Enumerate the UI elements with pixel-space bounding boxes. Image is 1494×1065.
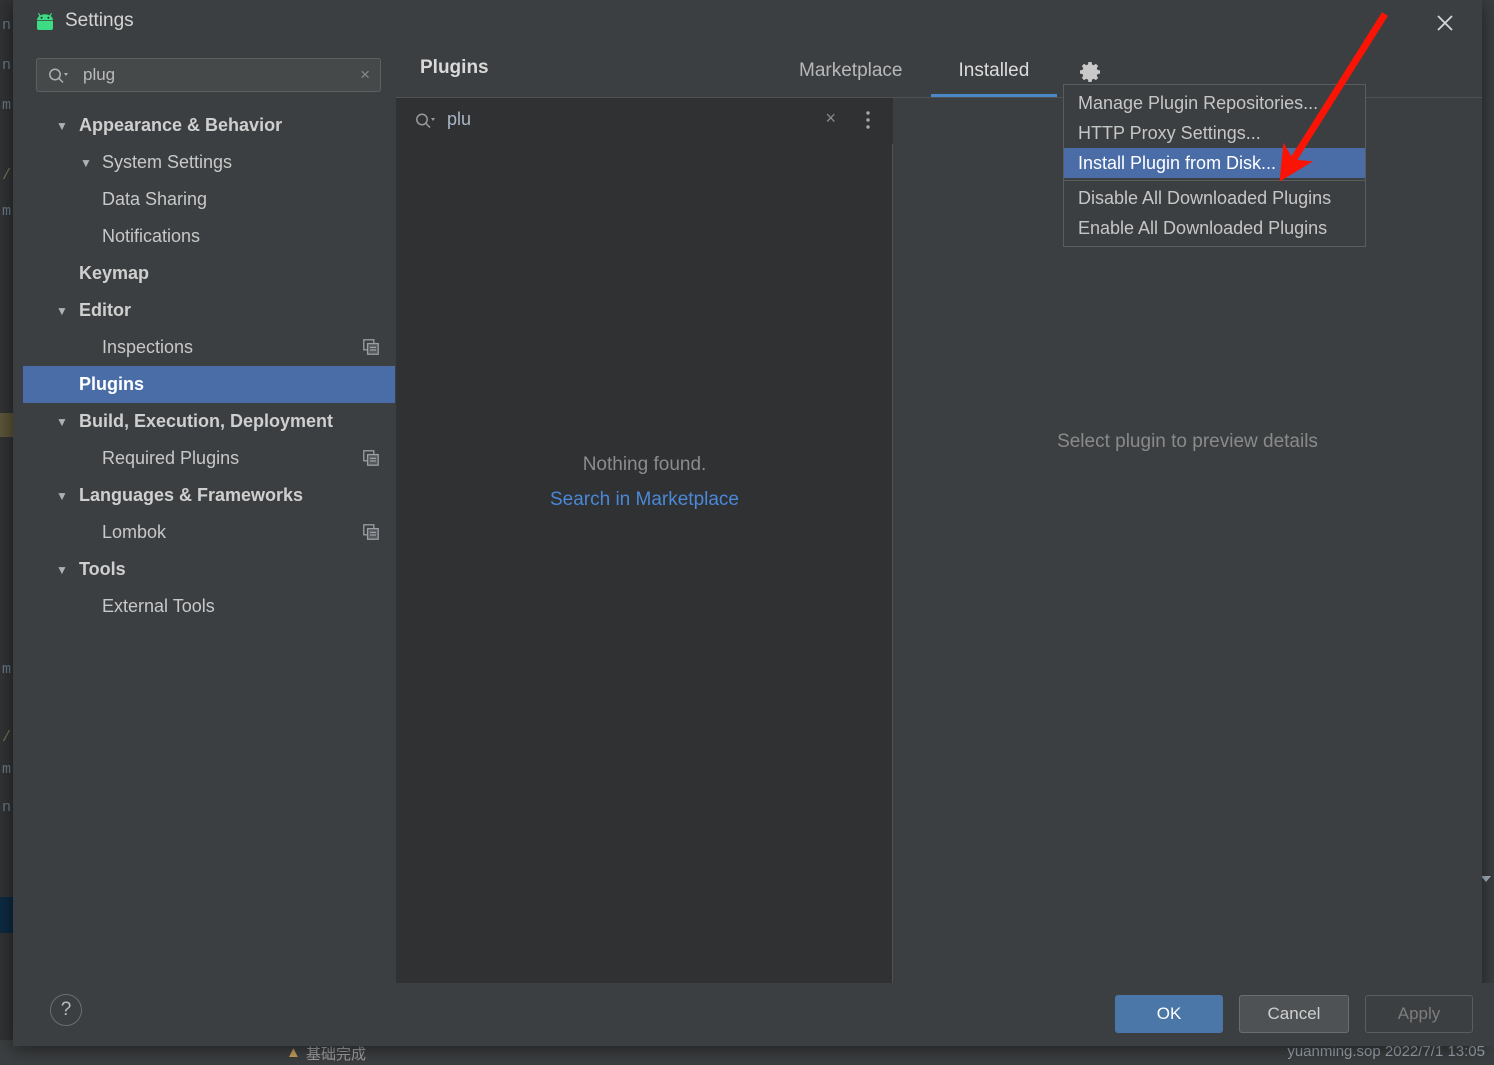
chevron-down-icon[interactable]: ▼ [56,564,68,576]
kebab-menu-icon[interactable] [865,110,871,137]
plugin-list-pane: Nothing found. Search in Marketplace [396,144,893,983]
page-title: Plugins [420,57,489,78]
dialog-title: Settings [65,10,134,31]
menu-item-enable-all-downloaded-plugins[interactable]: Enable All Downloaded Plugins [1064,213,1365,243]
plugin-search-value: plu [447,109,472,129]
sidebar-item-label: Notifications [102,226,201,246]
menu-item-manage-plugin-repositories[interactable]: Manage Plugin Repositories... [1064,88,1365,118]
chevron-down-icon[interactable]: ▼ [56,416,68,428]
tab-marketplace-label: Marketplace [799,60,903,81]
menu-item-http-proxy-settings[interactable]: HTTP Proxy Settings... [1064,118,1365,148]
menu-separator [1064,180,1365,181]
sidebar-item-build-execution-deployment[interactable]: ▼ Build, Execution, Deployment [23,403,395,440]
copy-settings-icon[interactable] [363,524,379,545]
sidebar-item-label: System Settings [102,152,233,172]
copy-settings-icon[interactable] [363,450,379,471]
plugins-tabs: Marketplace Installed [771,45,1058,97]
settings-search-field[interactable]: plug × [36,58,381,92]
sidebar-item-external-tools[interactable]: External Tools [23,588,395,625]
chevron-down-icon[interactable]: ▼ [56,490,68,502]
sidebar-item-editor[interactable]: ▼ Editor [23,292,395,329]
clear-search-icon[interactable]: × [360,65,370,85]
sidebar-item-label: Lombok [102,522,167,542]
sidebar-item-label: Editor [79,300,131,320]
sidebar-item-label: Tools [79,559,126,579]
sidebar-item-label: Data Sharing [102,189,208,209]
menu-item-install-plugin-from-disk[interactable]: Install Plugin from Disk... [1064,148,1365,178]
apply-button[interactable]: Apply [1365,995,1473,1033]
sidebar-item-appearance-behavior[interactable]: ▼ Appearance & Behavior [23,107,395,144]
dialog-footer: ? OK Cancel Apply [23,983,1494,1046]
sidebar-item-label: Appearance & Behavior [79,115,283,135]
settings-search-value: plug [83,65,116,84]
detail-placeholder-text: Select plugin to preview details [1057,431,1318,452]
plugin-settings-menu: Manage Plugin Repositories... HTTP Proxy … [1063,84,1366,247]
sidebar-item-label: Required Plugins [102,448,240,468]
sidebar-item-label: Keymap [79,263,150,283]
ok-button[interactable]: OK [1115,995,1223,1033]
cancel-button[interactable]: Cancel [1239,995,1349,1033]
chevron-down-icon[interactable]: ▼ [56,305,68,317]
sidebar-item-label: External Tools [102,596,215,616]
clear-plugin-search-icon[interactable]: × [825,108,836,129]
empty-state-text: Nothing found. [582,454,707,475]
screen-root: n n m / m m / m n ▲ 基础完成 yuanming.sop 20… [0,0,1494,1065]
copy-settings-icon[interactable] [363,339,379,360]
search-icon [47,66,69,86]
chevron-down-icon[interactable]: ▼ [80,157,92,169]
search-in-marketplace-link[interactable]: Search in Marketplace [396,489,893,511]
settings-tree: ▼ Appearance & Behavior ▼ System Settings Da… [23,107,395,625]
sidebar-item-plugins[interactable]: Plugins [23,366,395,403]
sidebar-item-data-sharing[interactable]: Data Sharing [23,181,395,218]
dialog-titlebar: Settings [13,0,1482,45]
brush-icon: ▲ [286,1044,301,1061]
tab-installed-label: Installed [958,60,1030,81]
sidebar-item-keymap[interactable]: Keymap [23,255,395,292]
search-icon [414,111,436,136]
sidebar-item-label: Inspections [102,337,194,357]
sidebar-item-lombok[interactable]: Lombok [23,514,395,551]
sidebar-item-languages-frameworks[interactable]: ▼ Languages & Frameworks [23,477,395,514]
scroll-down-arrow-icon[interactable] [1481,876,1491,882]
settings-sidebar: plug × ▼ Appearance & Behavior ▼ System Set… [23,45,395,983]
plugin-search-bar[interactable]: plu × [396,98,893,144]
sidebar-item-label: Build, Execution, Deployment [79,411,334,431]
close-icon[interactable] [1430,8,1460,38]
sidebar-item-tools[interactable]: ▼ Tools [23,551,395,588]
help-button[interactable]: ? [50,994,82,1026]
menu-item-disable-all-downloaded-plugins[interactable]: Disable All Downloaded Plugins [1064,183,1365,213]
tab-installed[interactable]: Installed [930,45,1058,97]
chevron-down-icon[interactable]: ▼ [56,120,68,132]
sidebar-item-label: Languages & Frameworks [79,485,304,505]
gear-icon[interactable] [1076,58,1106,86]
sidebar-item-notifications[interactable]: Notifications [23,218,395,255]
tab-marketplace[interactable]: Marketplace [771,45,931,97]
android-icon [34,12,56,32]
status-left-text: 基础完成 [306,1046,367,1063]
sidebar-item-required-plugins[interactable]: Required Plugins [23,440,395,477]
sidebar-item-system-settings[interactable]: ▼ System Settings [23,144,395,181]
sidebar-item-label: Plugins [79,374,145,394]
sidebar-item-inspections[interactable]: Inspections [23,329,395,366]
